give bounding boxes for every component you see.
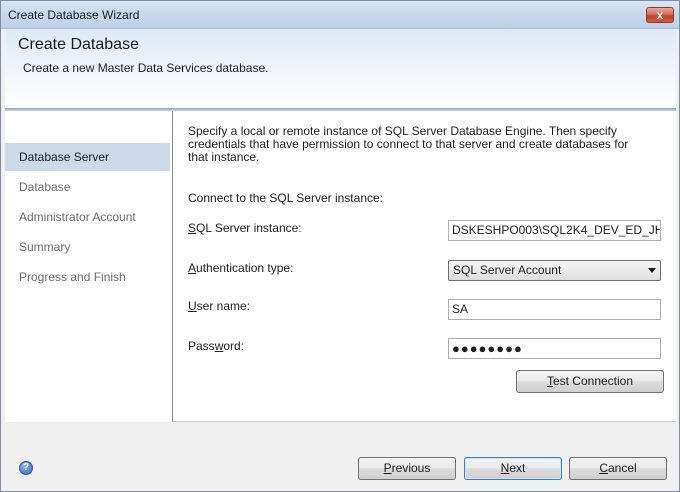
nav-item-summary[interactable]: Summary: [5, 233, 170, 261]
nav-item-administrator-account[interactable]: Administrator Account: [5, 203, 170, 231]
cancel-button[interactable]: Cancel: [569, 457, 667, 480]
previous-button[interactable]: Previous: [358, 457, 456, 480]
nav-item-progress-and-finish[interactable]: Progress and Finish: [5, 263, 170, 291]
title-bar[interactable]: Create Database Wizard x: [1, 1, 679, 29]
sql-server-instance-input[interactable]: DSKESHPO003\SQL2K4_DEV_ED_JH: [448, 220, 661, 241]
page-title: Create Database: [18, 36, 139, 53]
user-name-label: User name:: [188, 299, 251, 313]
wizard-window: Create Database Wizard x Create Database…: [0, 0, 680, 492]
close-button[interactable]: x: [646, 7, 674, 23]
nav-item-database-server[interactable]: Database Server: [5, 143, 170, 171]
user-name-input[interactable]: SA: [448, 299, 661, 320]
connect-label: Connect to the SQL Server instance:: [188, 191, 383, 205]
instance-label: SQL Server instance:: [188, 221, 302, 235]
wizard-header: Create Database Create a new Master Data…: [5, 29, 676, 109]
auth-type-label: Authentication type:: [188, 261, 294, 275]
page-subtitle: Create a new Master Data Services databa…: [23, 61, 269, 75]
step-description: Specify a local or remote instance of SQ…: [188, 124, 629, 164]
close-icon: x: [656, 8, 664, 22]
window-title: Create Database Wizard: [8, 8, 140, 22]
password-label: Password:: [188, 339, 245, 353]
nav-item-database[interactable]: Database: [5, 173, 170, 201]
auth-type-value: SQL Server Account: [453, 263, 562, 277]
wizard-steps-nav: Database Server Database Administrator A…: [5, 111, 173, 422]
password-input[interactable]: ●●●●●●●●: [448, 338, 661, 359]
wizard-body: Database Server Database Administrator A…: [5, 111, 676, 422]
next-button[interactable]: Next: [464, 457, 562, 480]
help-icon[interactable]: ?: [19, 461, 33, 475]
auth-type-select[interactable]: SQL Server Account: [448, 260, 661, 281]
chevron-down-icon: [648, 268, 656, 273]
step-content: Specify a local or remote instance of SQ…: [188, 111, 668, 422]
test-connection-button[interactable]: Test Connection: [516, 370, 664, 393]
